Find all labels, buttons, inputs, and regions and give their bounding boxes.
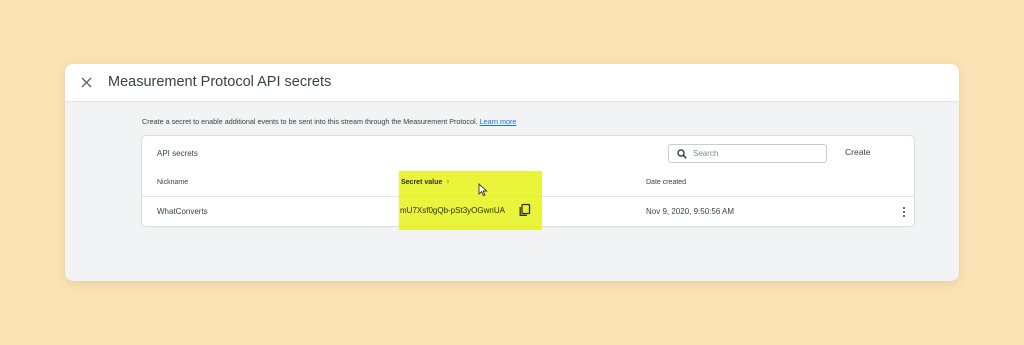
intro-text-block: Create a secret to enable additional eve… bbox=[142, 117, 516, 126]
secret-value-header-label: Secret value bbox=[401, 179, 443, 186]
api-secrets-dialog: Measurement Protocol API secrets Create … bbox=[65, 64, 959, 281]
create-button[interactable]: Create bbox=[845, 147, 871, 157]
row-nickname: WhatConverts bbox=[157, 207, 208, 216]
more-vert-icon-dot bbox=[902, 206, 906, 210]
close-button[interactable] bbox=[77, 73, 95, 91]
copy-button[interactable] bbox=[518, 203, 532, 217]
dialog-header: Measurement Protocol API secrets bbox=[65, 64, 959, 102]
learn-more-link[interactable]: Learn more bbox=[480, 117, 517, 126]
row-secret-value: mU7Xsf0gQb-pSt3yOGwnUA bbox=[400, 206, 505, 215]
close-icon bbox=[81, 77, 91, 87]
more-vert-icon-dot bbox=[902, 214, 906, 218]
column-header-secret-value[interactable]: Secret value ↑ bbox=[401, 179, 450, 186]
more-options-button[interactable] bbox=[900, 205, 908, 219]
copy-icon bbox=[519, 203, 531, 216]
search-input[interactable] bbox=[693, 149, 813, 158]
card-title: API secrets bbox=[157, 149, 198, 158]
search-icon bbox=[677, 148, 687, 159]
mouse-cursor-icon bbox=[478, 183, 488, 197]
column-header-nickname[interactable]: Nickname bbox=[157, 179, 188, 186]
intro-text: Create a secret to enable additional eve… bbox=[142, 117, 478, 126]
sort-arrow-icon: ↑ bbox=[446, 179, 450, 186]
dialog-title: Measurement Protocol API secrets bbox=[108, 74, 332, 90]
row-date-created: Nov 9, 2020, 9:50:56 AM bbox=[646, 207, 735, 216]
column-header-date-created[interactable]: Date created bbox=[646, 179, 686, 186]
search-box[interactable] bbox=[668, 144, 827, 163]
more-vert-icon-dot bbox=[902, 210, 906, 214]
